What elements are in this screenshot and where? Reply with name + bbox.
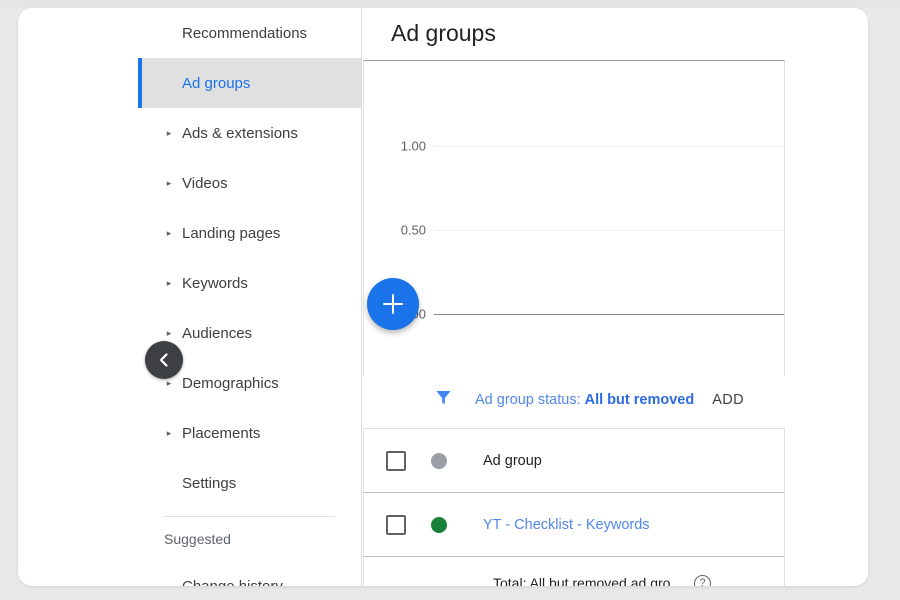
sidebar-collapse-button[interactable] — [145, 341, 183, 379]
chart-ytick: 1.00 — [400, 138, 426, 154]
sidebar-item-label: Audiences — [182, 324, 253, 342]
funnel-icon[interactable] — [434, 388, 453, 412]
chevron-right-icon: ▸ — [166, 277, 172, 288]
sidebar-item-ad-groups[interactable]: Ad groups — [138, 58, 361, 108]
chart-baseline — [434, 314, 784, 315]
sidebar-item-settings[interactable]: Settings — [138, 458, 361, 508]
chevron-right-icon: ▸ — [166, 377, 172, 388]
sidebar-item-label: Videos — [182, 174, 228, 192]
main-content: Ad groups 1.00 0.50 0.00 Ad group s — [362, 8, 868, 586]
filter-chip-ad-group-status[interactable]: Ad group status: All but removed — [475, 392, 694, 408]
table-total-row: Total: All but removed ad gro... ? — [364, 557, 784, 586]
sidebar-item-label: Recommendations — [182, 24, 308, 42]
page-title: Ad groups — [391, 20, 496, 46]
table-header-row: Ad group — [364, 429, 784, 493]
chevron-right-icon: ▸ — [166, 227, 172, 238]
chevron-right-icon: ▸ — [166, 427, 172, 438]
screen-root: Recommendations Ad groups ▸ Ads & extens… — [0, 0, 900, 600]
ad-group-name-link[interactable]: YT - Checklist - Keywords — [483, 517, 650, 533]
row-checkbox[interactable] — [386, 514, 406, 535]
sidebar-item-label: Ad groups — [182, 74, 251, 92]
total-label: Total: All but removed ad gro... — [493, 575, 683, 586]
ad-groups-table: Ad group YT - Checklist - Keywords Total… — [363, 428, 785, 586]
sidebar-item-label: Keywords — [182, 274, 248, 292]
chart-gridline — [434, 230, 784, 231]
top-gray-strip — [0, 0, 900, 8]
chart-gridline — [434, 146, 784, 147]
sidebar-nav: Recommendations Ad groups ▸ Ads & extens… — [138, 8, 362, 586]
sidebar-section-heading: Suggested — [164, 531, 231, 547]
chevron-right-icon: ▸ — [166, 127, 172, 138]
sidebar-item-recommendations[interactable]: Recommendations — [138, 8, 361, 58]
sidebar-item-ads-extensions[interactable]: ▸ Ads & extensions — [138, 108, 361, 158]
select-all-checkbox[interactable] — [386, 450, 406, 471]
performance-chart-panel: 1.00 0.50 0.00 — [363, 60, 785, 380]
sidebar-item-videos[interactable]: ▸ Videos — [138, 158, 361, 208]
add-filter-button[interactable]: ADD — [712, 392, 744, 408]
status-dot-icon — [431, 516, 447, 533]
help-circle-icon[interactable]: ? — [694, 574, 712, 586]
chevron-right-icon: ▸ — [166, 327, 172, 338]
chevron-left-icon — [159, 353, 168, 367]
status-dot-icon — [431, 452, 447, 469]
column-header-ad-group[interactable]: Ad group — [483, 453, 542, 469]
sidebar-item-label: Placements — [182, 424, 261, 442]
sidebar-item-placements[interactable]: ▸ Placements — [138, 408, 361, 458]
add-ad-group-fab[interactable] — [367, 278, 419, 330]
app-card: Recommendations Ad groups ▸ Ads & extens… — [18, 8, 868, 586]
chevron-right-icon: ▸ — [166, 177, 172, 188]
sidebar-item-label: Landing pages — [182, 224, 281, 242]
table-row[interactable]: YT - Checklist - Keywords — [364, 493, 784, 557]
sidebar-item-label: Demographics — [182, 374, 279, 392]
chart-ytick: 0.50 — [400, 222, 426, 238]
filter-chip-value: All but removed — [584, 392, 695, 408]
sidebar-item-keywords[interactable]: ▸ Keywords — [138, 258, 361, 308]
filter-chip-prefix: Ad group status: — [475, 392, 585, 408]
sidebar-item-change-history[interactable]: Change history — [138, 561, 361, 587]
sidebar-item-label: Change history — [182, 577, 283, 587]
filter-bar: Ad group status: All but removed ADD — [362, 376, 786, 424]
sidebar-item-label: Ads & extensions — [182, 124, 298, 142]
sidebar-item-label: Settings — [182, 474, 237, 492]
sidebar-item-landing-pages[interactable]: ▸ Landing pages — [138, 208, 361, 258]
